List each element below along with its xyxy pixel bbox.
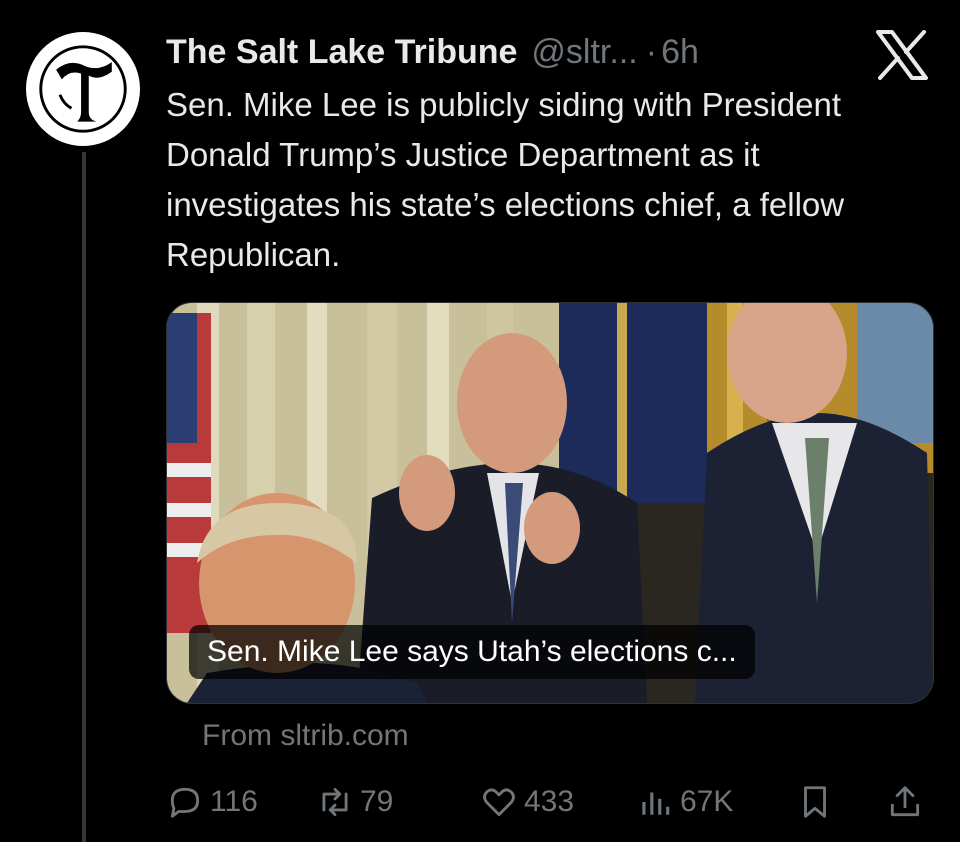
action-bar: 116 79 433 67K bbox=[166, 778, 932, 828]
media-card[interactable]: Sen. Mike Lee says Utah’s elections c... bbox=[166, 302, 934, 704]
repost-count: 79 bbox=[360, 785, 394, 818]
tweet-text: Sen. Mike Lee is publicly siding with Pr… bbox=[166, 86, 845, 273]
tweet-time[interactable]: 6h bbox=[661, 28, 699, 76]
heart-icon bbox=[483, 788, 515, 817]
repost-icon bbox=[322, 787, 348, 817]
reply-icon bbox=[170, 787, 200, 818]
author-name[interactable]: The Salt Lake Tribune bbox=[166, 28, 517, 76]
like-count: 433 bbox=[524, 785, 575, 818]
tribune-t-logo-icon bbox=[39, 45, 127, 133]
views-icon bbox=[642, 792, 670, 815]
separator-dot: · bbox=[645, 33, 658, 71]
repost-button[interactable]: 79 bbox=[316, 778, 393, 826]
like-button[interactable]: 433 bbox=[480, 778, 574, 826]
views-button[interactable]: 67K bbox=[636, 778, 733, 826]
views-count: 67K bbox=[680, 785, 734, 818]
thread-line bbox=[82, 152, 86, 842]
tweet-header: The Salt Lake Tribune @sltr... · 6h bbox=[166, 28, 699, 76]
bookmark-button[interactable] bbox=[796, 778, 840, 826]
avatar[interactable] bbox=[26, 32, 140, 146]
share-button[interactable] bbox=[886, 778, 930, 826]
reply-button[interactable]: 116 bbox=[166, 778, 258, 826]
author-handle[interactable]: @sltr... bbox=[531, 28, 637, 76]
media-caption: Sen. Mike Lee says Utah’s elections c... bbox=[189, 625, 755, 679]
source-link[interactable]: From sltrib.com bbox=[202, 714, 409, 758]
bookmark-icon bbox=[804, 786, 826, 818]
share-icon bbox=[890, 786, 920, 817]
x-logo-icon bbox=[876, 30, 928, 80]
reply-count: 116 bbox=[210, 785, 258, 818]
